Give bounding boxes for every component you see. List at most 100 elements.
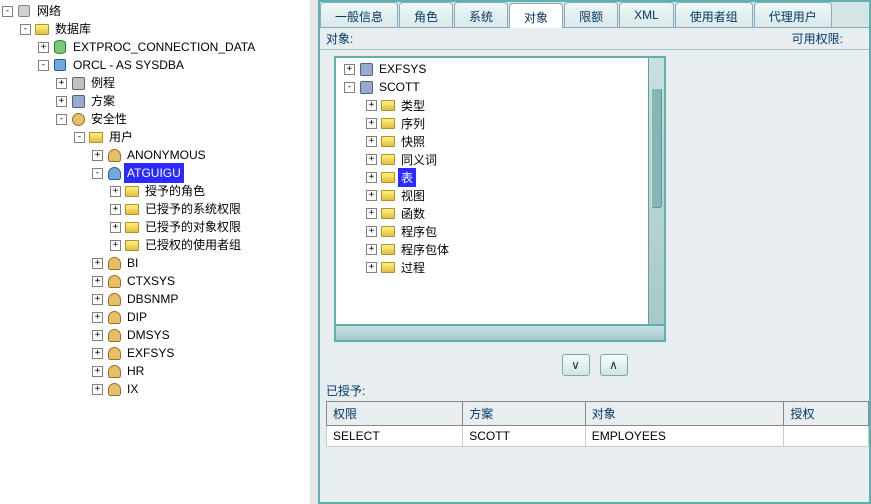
tree-user-dip[interactable]: +DIP bbox=[92, 308, 310, 326]
expand-icon[interactable]: + bbox=[344, 64, 355, 75]
obj-type-3[interactable]: +同义词 bbox=[338, 150, 662, 168]
granted-header[interactable]: 对象 bbox=[585, 402, 784, 426]
user-icon bbox=[106, 309, 122, 325]
tree-orcl[interactable]: - ORCL - AS SYSDBA bbox=[38, 56, 310, 74]
obj-type-6[interactable]: +函数 bbox=[338, 204, 662, 222]
tree-user-ctxsys[interactable]: +CTXSYS bbox=[92, 272, 310, 290]
expand-icon[interactable]: + bbox=[92, 384, 103, 395]
obj-type-4[interactable]: +表 bbox=[338, 168, 662, 186]
tree-user-atguigu[interactable]: - ATGUIGU bbox=[92, 164, 310, 182]
tree-database[interactable]: - 数据库 bbox=[20, 20, 310, 38]
tab-2[interactable]: 系统 bbox=[454, 2, 508, 27]
tree-user-child[interactable]: +已授予的系统权限 bbox=[110, 200, 310, 218]
tree-schema[interactable]: + 方案 bbox=[56, 92, 310, 110]
expand-icon[interactable]: + bbox=[366, 208, 377, 219]
tree-label: DMSYS bbox=[124, 325, 173, 345]
tree-label: 表 bbox=[398, 168, 416, 187]
folder-icon bbox=[380, 223, 396, 239]
folder-icon bbox=[124, 201, 140, 217]
obj-type-0[interactable]: +类型 bbox=[338, 96, 662, 114]
obj-type-5[interactable]: +视图 bbox=[338, 186, 662, 204]
expand-icon[interactable]: + bbox=[366, 100, 377, 111]
expand-icon[interactable]: + bbox=[92, 330, 103, 341]
user-icon bbox=[106, 255, 122, 271]
tab-7[interactable]: 代理用户 bbox=[754, 2, 832, 27]
granted-row[interactable]: SELECTSCOTTEMPLOYEES bbox=[327, 426, 869, 447]
revoke-up-button[interactable]: ∧ bbox=[600, 354, 628, 376]
expand-icon[interactable]: + bbox=[92, 276, 103, 287]
expand-icon[interactable]: + bbox=[110, 186, 121, 197]
tab-4[interactable]: 限额 bbox=[564, 2, 618, 27]
tab-6[interactable]: 使用者组 bbox=[675, 2, 753, 27]
tree-user-dmsys[interactable]: + DMSYS bbox=[92, 326, 310, 344]
granted-header[interactable]: 授权 bbox=[784, 402, 869, 426]
obj-type-8[interactable]: +程序包体 bbox=[338, 240, 662, 258]
expand-icon[interactable]: + bbox=[110, 222, 121, 233]
tree-root-network[interactable]: - 网络 bbox=[2, 2, 310, 20]
tree-user-hr[interactable]: + HR bbox=[92, 362, 310, 380]
collapse-icon[interactable]: - bbox=[344, 82, 355, 93]
scrollbar-thumb[interactable] bbox=[651, 88, 662, 208]
expand-icon[interactable]: + bbox=[92, 258, 103, 269]
granted-cell: SELECT bbox=[327, 426, 463, 447]
tab-1[interactable]: 角色 bbox=[399, 2, 453, 27]
expand-icon[interactable]: + bbox=[92, 348, 103, 359]
tree-users[interactable]: - 用户 bbox=[74, 128, 310, 146]
obj-type-1[interactable]: +序列 bbox=[338, 114, 662, 132]
expand-icon[interactable]: + bbox=[92, 366, 103, 377]
tab-3[interactable]: 对象 bbox=[509, 3, 563, 28]
obj-type-7[interactable]: +程序包 bbox=[338, 222, 662, 240]
expand-icon[interactable]: + bbox=[366, 262, 377, 273]
collapse-icon[interactable]: - bbox=[56, 114, 67, 125]
obj-schema-scott[interactable]: -SCOTT bbox=[338, 78, 662, 96]
expand-icon[interactable]: + bbox=[110, 204, 121, 215]
expand-icon[interactable]: + bbox=[110, 240, 121, 251]
expand-icon[interactable]: + bbox=[366, 136, 377, 147]
tree-user-child[interactable]: +已授权的使用者组 bbox=[110, 236, 310, 254]
tree-instance[interactable]: + 例程 bbox=[56, 74, 310, 92]
expand-icon[interactable]: + bbox=[92, 312, 103, 323]
granted-header[interactable]: 权限 bbox=[327, 402, 463, 426]
collapse-icon[interactable]: - bbox=[92, 168, 103, 179]
expand-icon[interactable]: + bbox=[56, 78, 67, 89]
expand-icon[interactable]: + bbox=[92, 294, 103, 305]
obj-schema-exfsys[interactable]: + EXFSYS bbox=[338, 60, 662, 78]
folder-icon bbox=[380, 97, 396, 113]
tree-user-child[interactable]: +已授予的对象权限 bbox=[110, 218, 310, 236]
scrollbar-horizontal[interactable] bbox=[334, 326, 666, 342]
tree-label: HR bbox=[124, 361, 147, 381]
expand-icon[interactable]: + bbox=[56, 96, 67, 107]
collapse-icon[interactable]: - bbox=[2, 6, 13, 17]
tree-security[interactable]: - 安全性 bbox=[56, 110, 310, 128]
db-icon bbox=[52, 39, 68, 55]
expand-icon[interactable]: + bbox=[366, 190, 377, 201]
tab-0[interactable]: 一般信息 bbox=[320, 2, 398, 27]
tree-label: EXFSYS bbox=[376, 61, 429, 77]
tree-user-dbsnmp[interactable]: +DBSNMP bbox=[92, 290, 310, 308]
expand-icon[interactable]: + bbox=[366, 172, 377, 183]
scrollbar-vertical[interactable] bbox=[648, 58, 664, 324]
collapse-icon[interactable]: - bbox=[38, 60, 49, 71]
obj-type-2[interactable]: +快照 bbox=[338, 132, 662, 150]
tree-label: 授予的角色 bbox=[142, 181, 208, 201]
tree-label: ATGUIGU bbox=[124, 163, 184, 183]
tree-user-child[interactable]: + 授予的角色 bbox=[110, 182, 310, 200]
tree-extproc[interactable]: + EXTPROC_CONNECTION_DATA bbox=[38, 38, 310, 56]
expand-icon[interactable]: + bbox=[92, 150, 103, 161]
collapse-icon[interactable]: - bbox=[74, 132, 85, 143]
tree-user-anonymous[interactable]: +ANONYMOUS bbox=[92, 146, 310, 164]
expand-icon[interactable]: + bbox=[366, 154, 377, 165]
expand-icon[interactable]: + bbox=[366, 118, 377, 129]
obj-type-9[interactable]: +过程 bbox=[338, 258, 662, 276]
tree-user-ix[interactable]: +IX bbox=[92, 380, 310, 398]
user-icon bbox=[106, 345, 122, 361]
granted-header[interactable]: 方案 bbox=[463, 402, 586, 426]
expand-icon[interactable]: + bbox=[366, 226, 377, 237]
tree-user-exfsys[interactable]: +EXFSYS bbox=[92, 344, 310, 362]
tree-user-bi[interactable]: +BI bbox=[92, 254, 310, 272]
expand-icon[interactable]: + bbox=[366, 244, 377, 255]
tab-5[interactable]: XML bbox=[619, 2, 674, 27]
expand-icon[interactable]: + bbox=[38, 42, 49, 53]
grant-down-button[interactable]: ∨ bbox=[562, 354, 590, 376]
collapse-icon[interactable]: - bbox=[20, 24, 31, 35]
